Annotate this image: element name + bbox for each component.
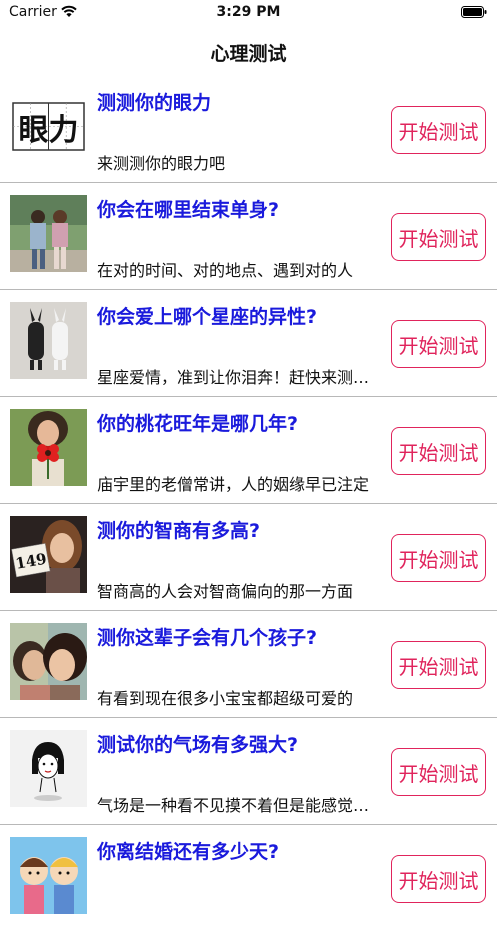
list-item[interactable]: 你离结婚还有多少天? 开始测试	[0, 825, 497, 932]
start-test-button[interactable]: 开始测试	[391, 213, 486, 261]
start-test-button[interactable]: 开始测试	[391, 427, 486, 475]
clock: 3:29 PM	[216, 4, 281, 20]
status-bar: Carrier 3:29 PM	[0, 0, 497, 26]
start-test-button[interactable]: 开始测试	[391, 855, 486, 903]
list-item[interactable]: 你的桃花旺年是哪几年? 庙宇里的老僧常讲，人的姻缘早已注定 开始测试	[0, 397, 497, 504]
start-test-button[interactable]: 开始测试	[391, 748, 486, 796]
list-item[interactable]: 149 测你的智商有多高? 智商高的人会对智商偏向的那一方面 开始测试	[0, 504, 497, 611]
test-description: 来测测你的眼力吧	[97, 154, 226, 173]
thumb-text: 眼力	[19, 113, 79, 148]
start-test-button[interactable]: 开始测试	[391, 320, 486, 368]
test-description: 有看到现在很多小宝宝都超级可爱的	[97, 689, 354, 708]
start-test-button[interactable]: 开始测试	[391, 534, 486, 582]
list-item[interactable]: 测试你的气场有多强大? 气场是一种看不见摸不着但是能感觉到的 开始测试	[0, 718, 497, 825]
test-title[interactable]: 测你这辈子会有几个孩子?	[97, 623, 317, 650]
list-item[interactable]: 眼力 测测你的眼力 来测测你的眼力吧 开始测试	[0, 76, 497, 183]
test-description: 气场是一种看不见摸不着但是能感觉到的	[97, 796, 375, 815]
start-test-button[interactable]: 开始测试	[391, 641, 486, 689]
test-description: 庙宇里的老僧常讲，人的姻缘早已注定	[97, 475, 370, 494]
test-title[interactable]: 你的桃花旺年是哪几年?	[97, 409, 298, 436]
test-title[interactable]: 测测你的眼力	[97, 88, 211, 115]
test-title[interactable]: 你离结婚还有多少天?	[97, 837, 279, 864]
test-list: 眼力 测测你的眼力 来测测你的眼力吧 开始测试 你会在哪里结束单身? 在对的时间…	[0, 76, 497, 932]
test-description: 星座爱情，准到让你泪奔！赶快来测测吧	[97, 368, 375, 387]
bunny-couple-image	[10, 302, 87, 379]
test-description: 智商高的人会对智商偏向的那一方面	[97, 582, 354, 601]
list-item[interactable]: 你会在哪里结束单身? 在对的时间、对的地点、遇到对的人 开始测试	[0, 183, 497, 290]
girl-sketch-image	[10, 730, 87, 807]
test-title[interactable]: 你会在哪里结束单身?	[97, 195, 279, 222]
list-item[interactable]: 你会爱上哪个星座的异性? 星座爱情，准到让你泪奔！赶快来测测吧 开始测试	[0, 290, 497, 397]
test-description: 在对的时间、对的地点、遇到对的人	[97, 261, 354, 280]
girl-with-flower-photo	[10, 409, 87, 486]
list-item[interactable]: 测你这辈子会有几个孩子? 有看到现在很多小宝宝都超级可爱的 开始测试	[0, 611, 497, 718]
test-title[interactable]: 测试你的气场有多强大?	[97, 730, 298, 757]
girl-with-sign-photo: 149	[10, 516, 87, 593]
test-title[interactable]: 测你的智商有多高?	[97, 516, 260, 543]
couple-photo	[10, 195, 87, 272]
battery-icon	[461, 6, 487, 18]
cartoon-kids-image	[10, 837, 87, 914]
eyesight-text-image: 眼力	[10, 88, 87, 165]
page-title: 心理测试	[210, 43, 287, 65]
start-test-button[interactable]: 开始测试	[391, 106, 486, 154]
kids-photo	[10, 623, 87, 700]
nav-bar: 心理测试	[0, 26, 497, 76]
test-title[interactable]: 你会爱上哪个星座的异性?	[97, 302, 317, 329]
